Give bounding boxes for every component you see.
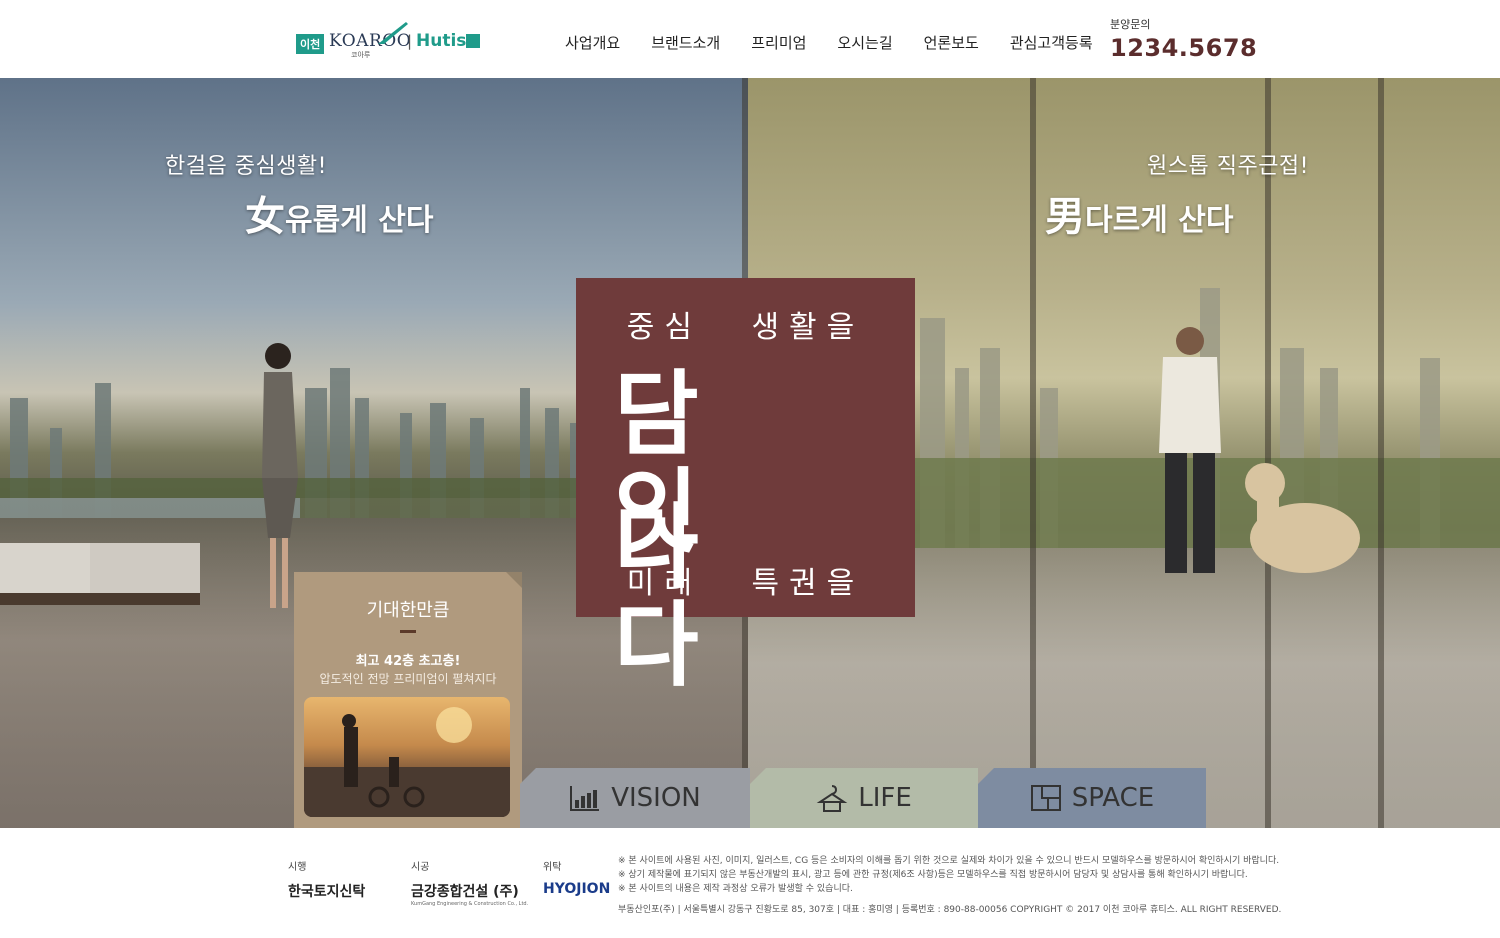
partner-role: 시행 <box>288 862 307 873</box>
hero-left-tagline: 한걸음 중심생활! <box>165 154 327 179</box>
sofa-illustration <box>0 543 200 605</box>
hero-left-headline-rest: 유롭게 산다 <box>285 203 434 238</box>
man-figure <box>1159 327 1221 573</box>
logo-swoosh-icon <box>378 22 408 44</box>
nav-item-register[interactable]: 관심고객등록 <box>1010 32 1093 53</box>
hero-right-headline-char: 男 <box>1045 194 1085 240</box>
footer-partner-builder: 시공 금강종합건설 (주) KumGang Engineering & Cons… <box>411 858 528 907</box>
promo-description: 압도적인 전망 프리미엄이 펼쳐지다 <box>319 672 497 686</box>
notice-line: ※ 본 사이트의 내용은 제작 과정상 오류가 발생할 수 있습니다. <box>618 884 853 894</box>
tab-vision[interactable]: VISION <box>520 768 750 828</box>
hero-right-headline: 男다르게 산다 <box>1045 184 1309 242</box>
hero-right-tagline: 원스톱 직주근접! <box>1147 154 1309 179</box>
partner-name: 금강종합건설 (주) <box>411 884 519 900</box>
nav-item-directions[interactable]: 오시는길 <box>837 32 892 53</box>
logo-city-badge: 이천 <box>296 34 325 54</box>
nav-item-premium[interactable]: 프리미엄 <box>751 32 806 53</box>
tab-vision-label: VISION <box>611 783 701 813</box>
promo-card-notch <box>506 572 522 588</box>
hanger-icon <box>816 785 848 812</box>
partner-name: HYOJION <box>543 881 611 897</box>
partner-sub: KumGang Engineering & Construction Co., … <box>411 901 529 907</box>
family-bicycle-illustration <box>304 707 510 817</box>
logo-separator: | <box>407 32 413 50</box>
tab-life-label: LIFE <box>858 783 912 813</box>
tab-space-label: SPACE <box>1071 783 1155 813</box>
hero-left-headline-char: 女 <box>245 194 285 240</box>
contact-label: 분양문의 <box>1110 18 1151 31</box>
center-line-bottom: 미래 특권을 <box>626 566 865 601</box>
hero-copy-left: 한걸음 중심생활! 女유롭게 산다 <box>165 148 433 242</box>
site-logo[interactable]: 이천 KOAROO 코아루 | Hutis <box>296 20 486 60</box>
promo-title: 기대한만큼 <box>366 600 450 621</box>
site-header: 이천 KOAROO 코아루 | Hutis 사업개요 브랜드소개 프리미엄 오시… <box>0 0 1500 78</box>
hero-left-headline: 女유롭게 산다 <box>245 184 433 242</box>
site-footer: 시행 한국토지신탁 시공 금강종합건설 (주) KumGang Engineer… <box>0 828 1500 938</box>
contact-number[interactable]: 1234.5678 <box>1110 34 1257 62</box>
partner-name: 한국토지신탁 <box>288 884 366 900</box>
tab-life[interactable]: LIFE <box>750 768 978 828</box>
partner-role: 시공 <box>411 862 430 873</box>
main-nav: 사업개요 브랜드소개 프리미엄 오시는길 언론보도 관심고객등록 <box>565 32 1124 53</box>
hero-copy-right: 원스톱 직주근접! 男다르게 산다 <box>1045 148 1309 242</box>
notice-line: ※ 본 사이트에 사용된 사진, 이미지, 일러스트, CG 등은 소비자의 이… <box>618 856 1280 866</box>
tab-space[interactable]: SPACE <box>978 768 1206 828</box>
hutis-mark-icon <box>466 34 480 48</box>
footer-partner-trustee: 위탁 HYOJION <box>543 858 610 897</box>
contact-info: 분양문의 1234.5678 <box>1110 16 1257 62</box>
window-pillar <box>1378 78 1384 828</box>
nav-item-press[interactable]: 언론보도 <box>924 32 979 53</box>
dog-figure <box>1245 463 1360 573</box>
promo-headline: 최고 42층 초고층! <box>355 654 461 669</box>
hero-banner: 한걸음 중심생활! 女유롭게 산다 원스톱 직주근접! 男다르게 산다 중심 생… <box>0 78 1500 828</box>
floorplan-icon <box>1030 785 1061 811</box>
nav-item-overview[interactable]: 사업개요 <box>565 32 620 53</box>
window-pillar <box>1030 78 1036 828</box>
notice-line: ※ 상기 제작물에 표기되지 않은 부동산개발의 표시, 광고 등에 관한 규정… <box>618 870 1248 880</box>
partner-role: 위탁 <box>543 862 562 873</box>
promo-divider <box>400 630 416 633</box>
chart-icon <box>570 786 600 811</box>
hero-right-headline-rest: 다르게 산다 <box>1085 203 1234 238</box>
hero-center-box: 중심 생활을 담다 잇다 미래 특권을 <box>576 278 915 699</box>
promo-photo <box>304 697 510 817</box>
nav-item-brand[interactable]: 브랜드소개 <box>651 32 720 53</box>
footer-notices: ※ 본 사이트에 사용된 사진, 이미지, 일러스트, CG 등은 소비자의 이… <box>618 854 1279 896</box>
logo-partner: Hutis <box>416 31 467 51</box>
promo-card[interactable]: 기대한만큼 최고 42층 초고층! 압도적인 전망 프리미엄이 펼쳐지다 <box>294 572 522 828</box>
footer-company-info: 부동산인포(주) | 서울특별시 강동구 진황도로 85, 307호 | 대표 … <box>618 905 1282 915</box>
footer-partner-developer: 시행 한국토지신탁 <box>288 858 365 901</box>
logo-brand-sub: 코아루 <box>351 51 371 59</box>
